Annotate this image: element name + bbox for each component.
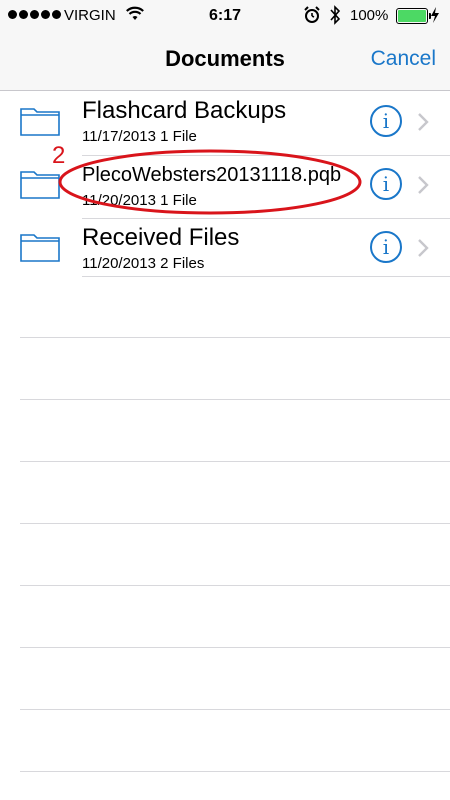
battery-icon xyxy=(396,8,431,24)
empty-row-divider xyxy=(20,647,450,648)
info-icon[interactable]: i xyxy=(370,168,402,200)
file-name: Received Files xyxy=(82,224,240,251)
folder-icon xyxy=(20,234,60,262)
navigation-bar: Documents Cancel xyxy=(0,32,450,91)
chevron-right-icon xyxy=(418,239,429,257)
divider xyxy=(82,276,450,277)
list-item[interactable]: Received Files 11/20/2013 2 Files i xyxy=(0,218,450,282)
chevron-right-icon xyxy=(418,113,429,131)
folder-icon xyxy=(20,108,60,136)
file-count: 2 Files xyxy=(160,255,205,272)
file-meta: 11/17/2013 1 File xyxy=(82,128,197,145)
empty-row-divider xyxy=(20,523,450,524)
status-bar: VIRGIN 6:17 100% xyxy=(0,0,450,32)
bluetooth-icon xyxy=(329,5,341,29)
empty-row-divider xyxy=(20,771,450,772)
cancel-button[interactable]: Cancel xyxy=(371,47,436,71)
battery-percent: 100% xyxy=(350,7,389,24)
folder-icon xyxy=(20,171,60,199)
empty-row-divider xyxy=(20,585,450,586)
file-date: 11/20/2013 xyxy=(82,255,156,272)
file-meta: 11/20/2013 2 Files xyxy=(82,255,204,272)
info-icon[interactable]: i xyxy=(370,231,402,263)
info-icon[interactable]: i xyxy=(370,105,402,137)
empty-row-divider xyxy=(20,399,450,400)
empty-row-divider xyxy=(20,461,450,462)
list-item[interactable]: Flashcard Backups 11/17/2013 1 File i xyxy=(0,92,450,156)
annotation-circle xyxy=(58,149,362,215)
empty-row-divider xyxy=(20,337,450,338)
empty-row-divider xyxy=(20,709,450,710)
file-name: Flashcard Backups xyxy=(82,97,287,124)
annotation-number: 2 xyxy=(52,142,66,169)
charging-bolt-icon xyxy=(430,7,440,27)
chevron-right-icon xyxy=(418,176,429,194)
alarm-icon xyxy=(304,6,320,28)
file-date: 11/17/2013 xyxy=(82,128,156,145)
file-count: 1 File xyxy=(160,128,197,145)
